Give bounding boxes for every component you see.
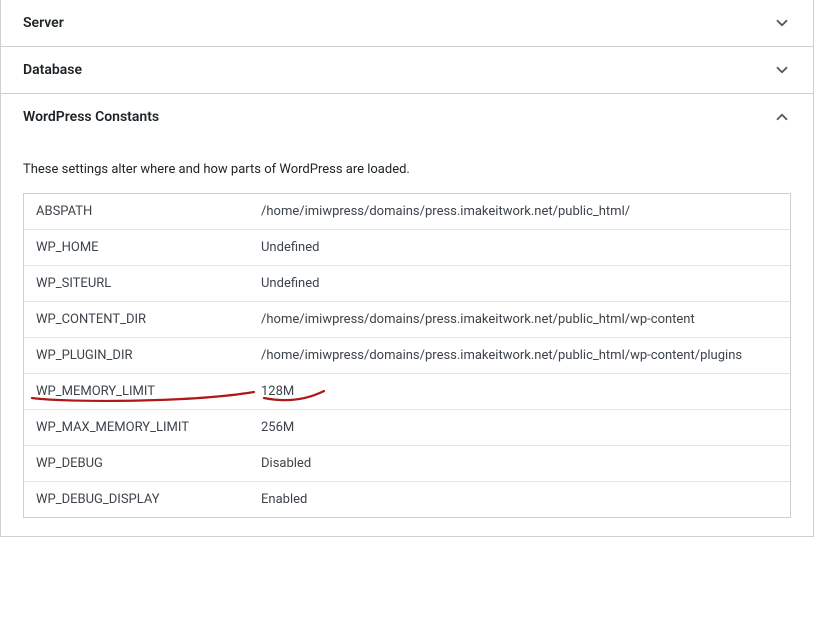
- constant-name: WP_MAX_MEMORY_LIMIT: [36, 420, 261, 435]
- constant-name: ABSPATH: [36, 204, 261, 219]
- constant-name: WP_SITEURL: [36, 276, 261, 291]
- wordpress-constants-panel-body: These settings alter where and how parts…: [1, 140, 813, 536]
- server-panel-title: Server: [23, 15, 64, 31]
- table-row: ABSPATH/home/imiwpress/domains/press.ima…: [24, 194, 790, 229]
- table-row: WP_HOMEUndefined: [24, 229, 790, 265]
- wordpress-constants-panel-title: WordPress Constants: [23, 109, 159, 125]
- wordpress-constants-panel: WordPress Constants These settings alter…: [0, 94, 814, 537]
- constant-value: Undefined: [261, 276, 778, 291]
- constants-table: ABSPATH/home/imiwpress/domains/press.ima…: [23, 193, 791, 518]
- constant-name: WP_HOME: [36, 240, 261, 255]
- table-row: WP_PLUGIN_DIR/home/imiwpress/domains/pre…: [24, 337, 790, 373]
- wordpress-constants-panel-header[interactable]: WordPress Constants: [1, 94, 813, 140]
- constant-value: 256M: [261, 420, 778, 435]
- server-panel-header[interactable]: Server: [1, 0, 813, 46]
- wordpress-constants-description: These settings alter where and how parts…: [23, 162, 791, 177]
- constant-name: WP_CONTENT_DIR: [36, 312, 261, 327]
- constant-value: Disabled: [261, 456, 778, 471]
- constant-value: /home/imiwpress/domains/press.imakeitwor…: [261, 312, 778, 327]
- table-row: WP_MAX_MEMORY_LIMIT256M: [24, 409, 790, 445]
- database-panel-title: Database: [23, 62, 82, 78]
- server-panel: Server: [0, 0, 814, 47]
- constant-value: Enabled: [261, 492, 778, 507]
- table-row: WP_DEBUGDisabled: [24, 445, 790, 481]
- constant-name: WP_DEBUG: [36, 456, 261, 471]
- database-panel: Database: [0, 47, 814, 94]
- chevron-down-icon: [773, 14, 791, 32]
- chevron-down-icon: [773, 61, 791, 79]
- constant-value: /home/imiwpress/domains/press.imakeitwor…: [261, 204, 778, 219]
- table-row: WP_CONTENT_DIR/home/imiwpress/domains/pr…: [24, 301, 790, 337]
- table-row: WP_SITEURLUndefined: [24, 265, 790, 301]
- constant-name: WP_MEMORY_LIMIT: [36, 384, 261, 399]
- database-panel-header[interactable]: Database: [1, 47, 813, 93]
- constant-name: WP_DEBUG_DISPLAY: [36, 492, 261, 507]
- constant-value: /home/imiwpress/domains/press.imakeitwor…: [261, 348, 778, 363]
- table-row: WP_DEBUG_DISPLAYEnabled: [24, 481, 790, 517]
- constant-value: Undefined: [261, 240, 778, 255]
- table-row: WP_MEMORY_LIMIT128M: [24, 373, 790, 409]
- chevron-up-icon: [773, 108, 791, 126]
- constant-name: WP_PLUGIN_DIR: [36, 348, 261, 363]
- constant-value: 128M: [261, 384, 778, 399]
